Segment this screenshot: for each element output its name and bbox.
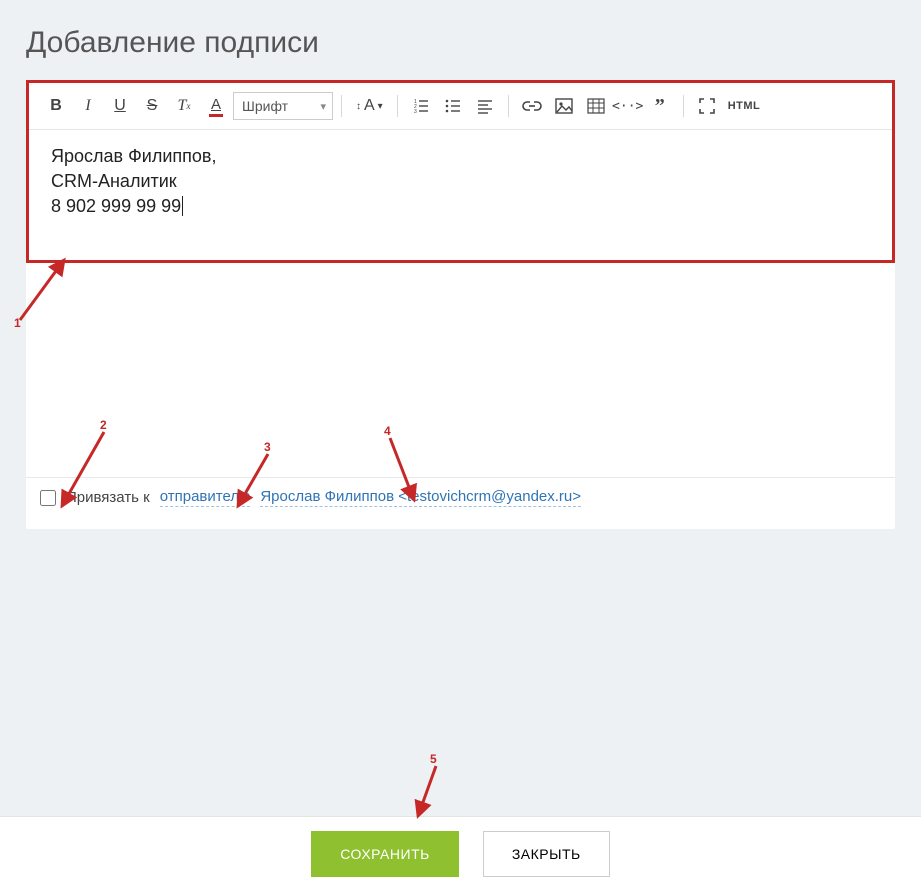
page-title: Добавление подписи xyxy=(0,0,921,80)
bind-target-type[interactable]: отправителю xyxy=(160,488,251,507)
unordered-list-icon[interactable] xyxy=(438,91,468,121)
table-icon[interactable] xyxy=(581,91,611,121)
editor-toolbar: B I U S Tx A Шрифт ↕A▾ 123 xyxy=(29,83,892,130)
image-icon[interactable] xyxy=(549,91,579,121)
bold-icon[interactable]: B xyxy=(41,91,71,121)
separator xyxy=(341,95,342,117)
quote-icon[interactable]: ” xyxy=(645,91,675,121)
editor-spacer xyxy=(26,267,895,477)
html-source-button[interactable]: HTML xyxy=(724,91,765,121)
close-button[interactable]: ЗАКРЫТЬ xyxy=(483,831,610,877)
ordered-list-icon[interactable]: 123 xyxy=(406,91,436,121)
link-icon[interactable] xyxy=(517,91,547,121)
font-color-icon[interactable]: A xyxy=(201,91,231,121)
editor-content[interactable]: Ярослав Филиппов, CRM-Аналитик 8 902 999… xyxy=(29,130,892,260)
signature-line: Ярослав Филиппов, xyxy=(51,144,870,169)
code-icon[interactable]: <··> xyxy=(613,91,643,121)
separator xyxy=(397,95,398,117)
align-icon[interactable] xyxy=(470,91,500,121)
bind-checkbox[interactable] xyxy=(40,490,56,506)
fullscreen-icon[interactable] xyxy=(692,91,722,121)
font-size-select[interactable]: ↕A▾ xyxy=(350,92,389,120)
editor-highlight-box: B I U S Tx A Шрифт ↕A▾ 123 xyxy=(26,80,895,263)
bind-target-value[interactable]: Ярослав Филиппов <testovichcrm@yandex.ru… xyxy=(260,488,581,507)
separator xyxy=(683,95,684,117)
clear-format-icon[interactable]: Tx xyxy=(169,91,199,121)
save-button[interactable]: СОХРАНИТЬ xyxy=(311,831,459,877)
font-family-select[interactable]: Шрифт xyxy=(233,92,333,120)
strikethrough-icon[interactable]: S xyxy=(137,91,167,121)
italic-icon[interactable]: I xyxy=(73,91,103,121)
separator xyxy=(508,95,509,117)
bind-label: Привязать к xyxy=(66,489,150,506)
svg-text:3: 3 xyxy=(414,109,417,115)
underline-icon[interactable]: U xyxy=(105,91,135,121)
bind-row: Привязать к отправителю Ярослав Филиппов… xyxy=(26,477,895,529)
signature-line: 8 902 999 99 99 xyxy=(51,194,870,219)
signature-card: B I U S Tx A Шрифт ↕A▾ 123 xyxy=(26,80,895,529)
footer-actions: СОХРАНИТЬ ЗАКРЫТЬ xyxy=(0,816,921,891)
signature-line: CRM-Аналитик xyxy=(51,169,870,194)
